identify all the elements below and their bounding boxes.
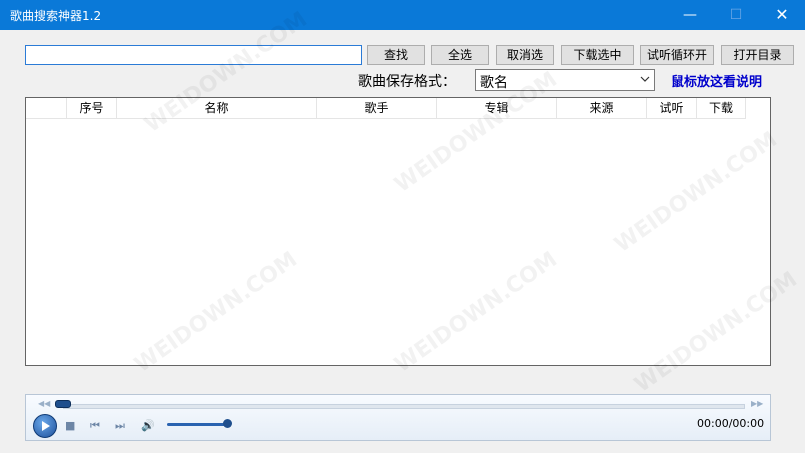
song-list[interactable]: 序号 名称 歌手 专辑 来源 试听 下载	[25, 97, 771, 366]
maximize-button[interactable]: ☐	[713, 0, 759, 30]
stop-icon[interactable]: ■	[65, 419, 75, 432]
time-display: 00:00/00:00	[697, 417, 765, 430]
download-selected-button[interactable]: 下载选中	[561, 45, 634, 65]
search-input[interactable]	[25, 45, 362, 65]
deselect-button[interactable]: 取消选	[496, 45, 554, 65]
search-button[interactable]: 查找	[367, 45, 425, 65]
volume-icon[interactable]: 🔊	[141, 419, 155, 432]
previous-icon[interactable]: ⏮	[90, 419, 100, 433]
save-format-label: 歌曲保存格式：	[358, 74, 456, 90]
window-title: 歌曲搜索神器1.2	[10, 9, 102, 23]
save-format-value: 歌名	[480, 75, 508, 91]
chevron-down-icon	[640, 76, 650, 82]
volume-slider[interactable]	[167, 423, 229, 426]
fast-forward-icon[interactable]: ▶▶	[751, 399, 763, 408]
column-header-album[interactable]: 专辑	[437, 98, 557, 119]
select-all-button[interactable]: 全选	[431, 45, 489, 65]
title-bar: 歌曲搜索神器1.2 — ☐ ✕	[0, 0, 805, 30]
media-player: ◀◀ ▶▶ ■ ⏮ ⏭ 🔊 00:00/00:00	[25, 394, 771, 441]
save-format-select[interactable]: 歌名	[475, 69, 655, 91]
close-button[interactable]: ✕	[759, 0, 805, 30]
loop-preview-button[interactable]: 试听循环开	[640, 45, 714, 65]
column-header-name[interactable]: 名称	[117, 98, 317, 119]
rewind-icon[interactable]: ◀◀	[38, 399, 50, 408]
help-link[interactable]: 鼠标放这看说明	[671, 71, 762, 90]
column-header-download[interactable]: 下载	[697, 98, 746, 119]
column-header-artist[interactable]: 歌手	[317, 98, 437, 119]
column-header-index[interactable]: 序号	[67, 98, 117, 119]
list-header: 序号 名称 歌手 专辑 来源 试听 下载	[26, 98, 746, 120]
minimize-button[interactable]: —	[667, 0, 713, 30]
column-header-checkbox[interactable]	[26, 98, 67, 119]
play-button[interactable]	[33, 414, 57, 438]
open-directory-button[interactable]: 打开目录	[721, 45, 794, 65]
next-icon[interactable]: ⏭	[115, 419, 125, 433]
seek-bar[interactable]	[63, 404, 745, 409]
seek-thumb[interactable]	[55, 400, 71, 408]
play-icon	[42, 421, 50, 431]
volume-thumb[interactable]	[223, 419, 232, 428]
column-header-preview[interactable]: 试听	[647, 98, 697, 119]
column-header-source[interactable]: 来源	[557, 98, 647, 119]
